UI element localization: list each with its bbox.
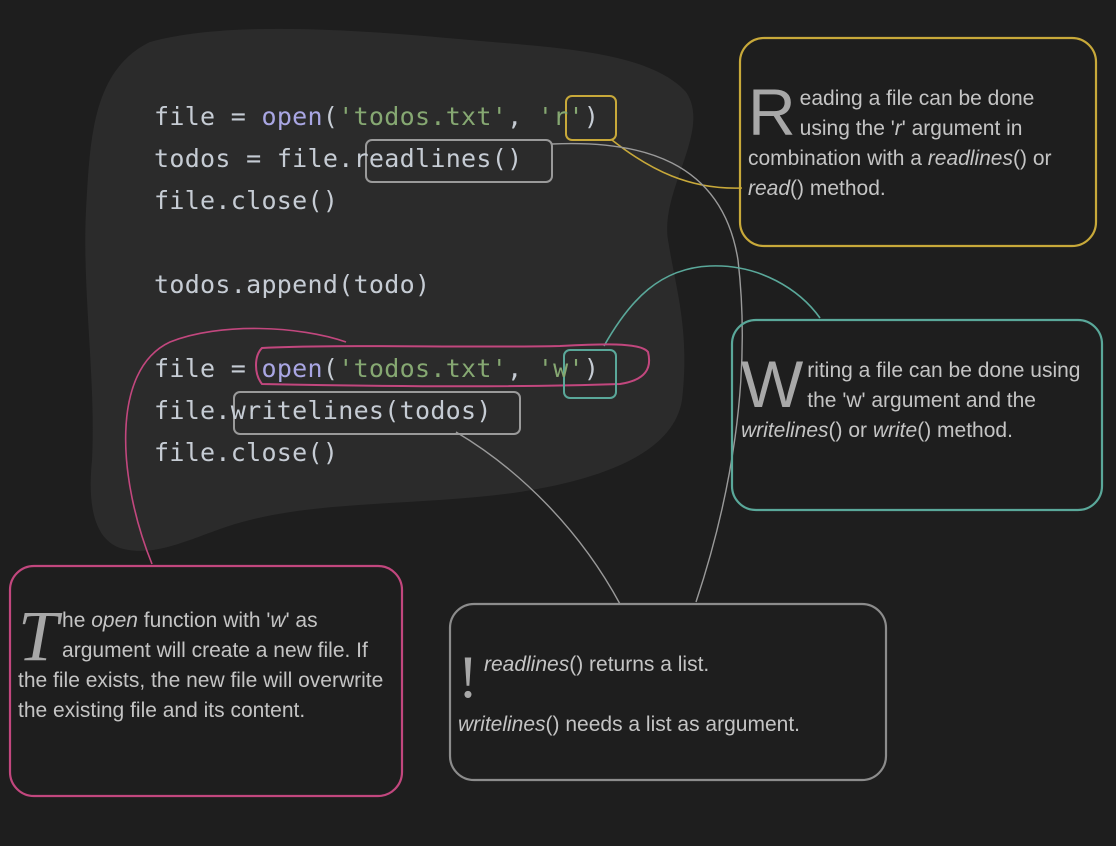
note-write-dropcap: W <box>741 347 804 421</box>
code-token: = <box>215 102 262 131</box>
code-token: 'todos.txt' <box>338 354 508 383</box>
code-token: ( <box>322 354 339 383</box>
code-token: file.close() <box>154 186 339 215</box>
note-write: W riting a file can be done using the 'w… <box>741 347 1083 446</box>
code-token: file <box>154 354 216 383</box>
code-line: file = open('todos.txt', 'w') <box>154 354 599 384</box>
code-token: 'w' <box>537 354 584 383</box>
code-token: = <box>230 144 277 173</box>
code-token: , <box>507 354 538 383</box>
note-list-line-2: writelines() needs a list as argument. <box>458 713 800 736</box>
note-list-mark: ! <box>458 644 478 710</box>
note-open-text: he open function with 'w' as argument wi… <box>18 609 384 722</box>
note-read: R eading a file can be done using the 'r… <box>748 75 1084 204</box>
code-line: file = open('todos.txt', 'r') <box>154 102 599 132</box>
code-token: file <box>154 102 216 131</box>
note-open-dropcap: T <box>18 596 59 676</box>
code-token: todos.append(todo) <box>154 270 431 299</box>
code-token: 'r' <box>537 102 584 131</box>
code-line: file.close() <box>154 186 338 216</box>
code-token: file.close() <box>154 438 339 467</box>
code-token: file.writelines(todos) <box>154 396 492 425</box>
code-line: todos.append(todo) <box>154 270 430 300</box>
code-token: todos <box>154 144 231 173</box>
note-read-dropcap: R <box>748 75 796 149</box>
code-line: file.writelines(todos) <box>154 396 492 426</box>
note-open: T he open function with 'w' as argument … <box>18 596 390 726</box>
note-list-line-1: readlines() returns a list. <box>483 653 710 676</box>
code-line: file.close() <box>154 438 338 468</box>
code-token: 'todos.txt' <box>338 102 508 131</box>
code-token: , <box>507 102 538 131</box>
code-token: open <box>261 102 323 131</box>
code-token: open <box>261 354 323 383</box>
code-token: ) <box>583 354 600 383</box>
note-list: ! readlines() returns a list. writelines… <box>458 644 878 740</box>
code-token: ( <box>322 102 339 131</box>
annotated-code-diagram: file = open('todos.txt', 'r') todos = fil… <box>0 0 1116 846</box>
code-token: file.readlines() <box>276 144 523 173</box>
code-token: ) <box>583 102 600 131</box>
code-token: = <box>215 354 262 383</box>
code-line: todos = file.readlines() <box>154 144 522 174</box>
